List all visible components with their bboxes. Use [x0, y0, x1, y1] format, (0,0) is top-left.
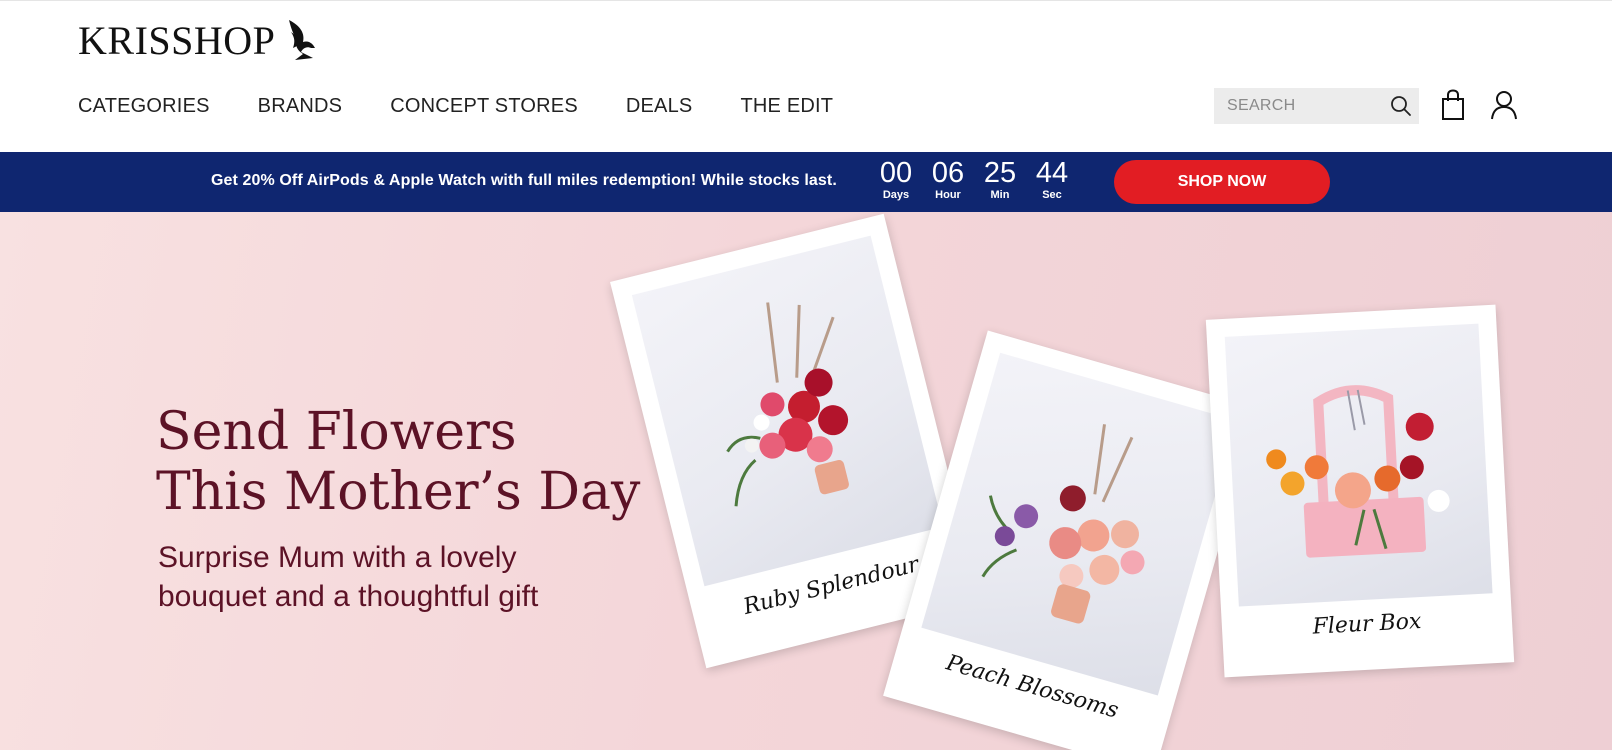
hero-title-line: Send Flowers [156, 402, 517, 462]
user-icon[interactable] [1490, 90, 1518, 120]
countdown-label: Hour [935, 189, 961, 201]
countdown-minutes: 25 Min [974, 158, 1026, 201]
search-icon[interactable] [1390, 95, 1412, 117]
peach-bouquet-image [981, 424, 1145, 624]
promo-bar: Get 20% Off AirPods & Apple Watch with f… [0, 152, 1612, 212]
search-input[interactable] [1227, 97, 1387, 115]
card-caption: Fleur Box [1311, 608, 1422, 640]
hero-banner[interactable]: Send Flowers This Mother’s Day Surprise … [0, 212, 1612, 750]
krisshop-logo[interactable]: KRISSHOP [78, 19, 319, 63]
countdown-seconds: 44 Sec [1026, 158, 1078, 201]
countdown-value: 44 [1035, 157, 1069, 189]
countdown-hours: 06 Hour [922, 158, 974, 201]
countdown-label: Sec [1042, 189, 1062, 201]
hero-title: Send Flowers This Mother’s Day [156, 402, 640, 522]
promo-text: Get 20% Off AirPods & Apple Watch with f… [211, 172, 837, 189]
polaroid-card-peach-blossoms[interactable]: Peach Blossoms [883, 330, 1259, 750]
logo-bird-icon [289, 20, 316, 60]
countdown-label: Min [990, 189, 1010, 201]
bouquet-photo [1224, 323, 1493, 607]
countdown-value: 00 [879, 157, 913, 189]
nav-brands[interactable]: BRANDS [258, 95, 343, 118]
logo-text: KRISSHOP [78, 18, 276, 63]
nav-deals[interactable]: DEALS [626, 95, 693, 118]
shop-now-button[interactable]: SHOP NOW [1114, 160, 1330, 204]
nav-concept-stores[interactable]: CONCEPT STORES [390, 95, 578, 118]
shopping-bag-icon[interactable] [1440, 89, 1466, 121]
countdown-days: 00 Days [870, 158, 922, 201]
countdown-value: 06 [931, 157, 965, 189]
hero-subtitle-line: bouquet and a thoughtful gift [158, 580, 539, 613]
countdown-timer: 00 Days 06 Hour 25 Min 44 Sec [870, 158, 1078, 201]
fleur-box-image [1266, 385, 1450, 558]
countdown-label: Days [882, 189, 910, 201]
nav-the-edit[interactable]: THE EDIT [740, 95, 833, 118]
search-box [1214, 88, 1419, 124]
hero-subtitle-line: Surprise Mum with a lovely [158, 541, 517, 574]
nav-categories[interactable]: CATEGORIES [78, 95, 210, 118]
bouquet-photo [631, 235, 944, 587]
countdown-value: 25 [983, 157, 1017, 189]
polaroid-card-fleur-box[interactable]: Fleur Box [1205, 304, 1515, 678]
bouquet-photo [921, 352, 1237, 696]
hero-subtitle: Surprise Mum with a lovely bouquet and a… [158, 538, 538, 616]
site-header: KRISSHOP CATEGORIES BRANDS CONCEPT STORE… [0, 0, 1612, 152]
main-nav: CATEGORIES BRANDS CONCEPT STORES DEALS T… [78, 95, 881, 118]
hero-title-line: This Mother’s Day [156, 462, 641, 522]
ruby-bouquet-image [726, 302, 849, 507]
